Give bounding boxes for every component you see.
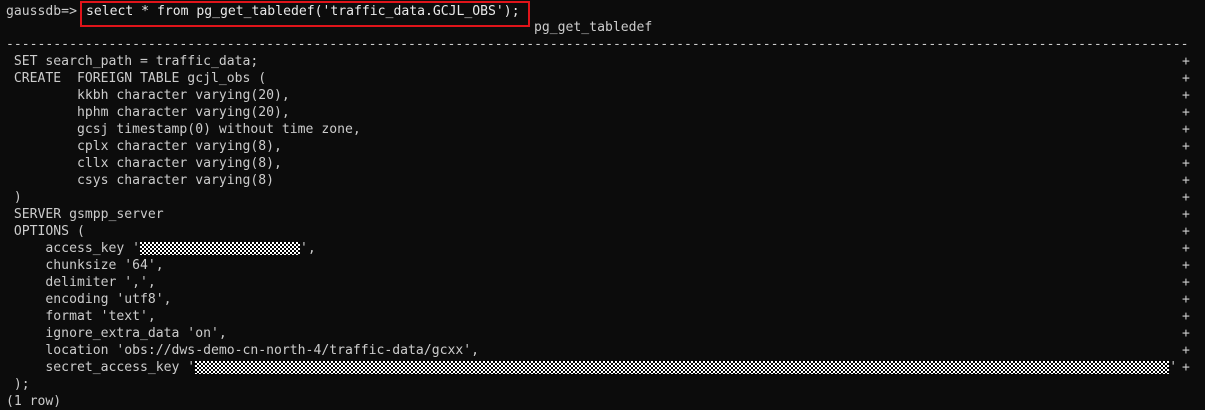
continuation-plus: + (1182, 207, 1190, 222)
psql-prompt: gaussdb=> (6, 4, 77, 19)
result-line: OPTIONS ( (6, 223, 85, 240)
continuation-plus: + (1182, 326, 1190, 341)
result-line: format 'text', (6, 308, 156, 325)
result-line: ); (6, 376, 30, 393)
result-line-text: location 'obs://dws-demo-cn-north-4/traf… (6, 343, 479, 358)
continuation-plus: + (1182, 71, 1190, 86)
result-line: ) (6, 189, 22, 206)
result-line-text: secret_access_key ' (6, 360, 196, 375)
continuation-plus: + (1182, 139, 1190, 154)
continuation-plus: + (1182, 343, 1190, 358)
result-line-text: cllx character varying(8), (6, 156, 282, 171)
result-line: kkbh character varying(20), (6, 87, 290, 104)
result-line: location 'obs://dws-demo-cn-north-4/traf… (6, 342, 479, 359)
row-count: (1 row) (6, 394, 62, 409)
continuation-plus: + (1182, 190, 1190, 205)
result-line: hphm character varying(20), (6, 104, 290, 121)
result-line-text: kkbh character varying(20), (6, 88, 290, 103)
result-line-text: SET search_path = traffic_data; (6, 54, 259, 69)
result-line-text: csys character varying(8) (6, 173, 275, 188)
continuation-plus: + (1182, 309, 1190, 324)
result-line: cplx character varying(8), (6, 138, 282, 155)
result-column-header: pg_get_tabledef (534, 20, 653, 35)
result-line: encoding 'utf8', (6, 291, 172, 308)
terminal-window[interactable]: gaussdb=> select * from pg_get_tabledef(… (0, 0, 1205, 410)
result-line: SERVER gsmpp_server (6, 206, 164, 223)
result-line-text: ); (6, 377, 30, 392)
result-separator: ----------------------------------------… (6, 37, 1190, 52)
continuation-plus: + (1182, 105, 1190, 120)
result-line-text: delimiter ',', (6, 275, 156, 290)
result-line-text: encoding 'utf8', (6, 292, 172, 307)
result-line-suffix: ', (300, 241, 316, 256)
result-line-text: format 'text', (6, 309, 156, 324)
continuation-plus: + (1182, 360, 1190, 375)
result-line-suffix: ' (1169, 360, 1178, 375)
result-line-text: SERVER gsmpp_server (6, 207, 164, 222)
continuation-plus: + (1182, 292, 1190, 307)
result-line: chunksize '64', (6, 257, 164, 274)
result-line-text: ignore_extra_data 'on', (6, 326, 227, 341)
continuation-plus: + (1182, 258, 1190, 273)
result-line: access_key ' ', (6, 240, 316, 257)
result-line: ignore_extra_data 'on', (6, 325, 227, 342)
continuation-plus: + (1182, 275, 1190, 290)
continuation-plus: + (1182, 156, 1190, 171)
result-line: SET search_path = traffic_data; (6, 53, 258, 70)
continuation-plus: + (1182, 224, 1190, 239)
result-line-text: gcsj timestamp(0) without time zone, (6, 122, 361, 137)
result-line-text: chunksize '64', (6, 258, 164, 273)
result-line-text: CREATE FOREIGN TABLE gcjl_obs ( (6, 71, 267, 86)
result-line: secret_access_key ' ' (6, 359, 1177, 376)
result-line-text: ) (6, 190, 22, 205)
result-line: gcsj timestamp(0) without time zone, (6, 121, 361, 138)
continuation-plus: + (1182, 54, 1190, 69)
result-line: delimiter ',', (6, 274, 156, 291)
continuation-plus: + (1182, 173, 1190, 188)
result-line-text: OPTIONS ( (6, 224, 85, 239)
result-line-text: hphm character varying(20), (6, 105, 290, 120)
result-line-text: cplx character varying(8), (6, 139, 282, 154)
result-line-text: access_key ' (6, 241, 141, 256)
continuation-plus: + (1182, 122, 1190, 137)
continuation-plus: + (1182, 88, 1190, 103)
redacted-secret-mask (195, 361, 1170, 374)
redacted-secret-mask (140, 242, 301, 255)
result-line: CREATE FOREIGN TABLE gcjl_obs ( (6, 70, 266, 87)
result-line: cllx character varying(8), (6, 155, 282, 172)
sql-command: select * from pg_get_tabledef('traffic_d… (86, 4, 520, 19)
continuation-plus: + (1182, 241, 1190, 256)
result-line: csys character varying(8) (6, 172, 274, 189)
